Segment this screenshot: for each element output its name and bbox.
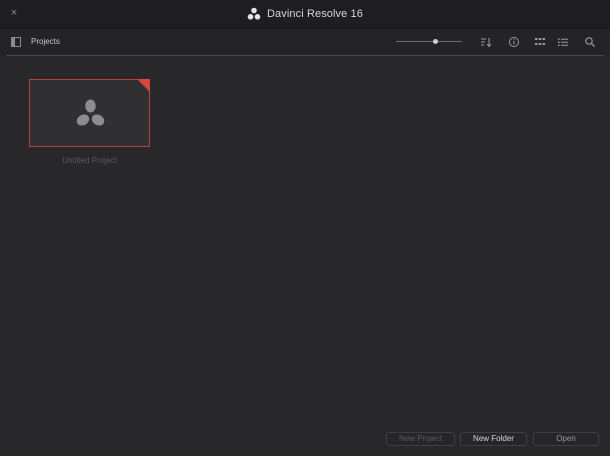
list-view-icon[interactable] [557,36,569,48]
davinci-logo-icon [76,99,105,126]
info-icon[interactable] [508,36,520,48]
toolbar-divider [6,55,604,56]
search-icon[interactable] [584,36,596,48]
project-manager-window: × Davinci Resolve 16 Projects Untitled P… [0,0,610,456]
open-button[interactable]: Open [533,432,599,446]
title-group: Davinci Resolve 16 [0,0,610,28]
selected-corner-marker [137,79,150,92]
project-thumbnail[interactable] [29,79,150,147]
title-bar: × Davinci Resolve 16 [0,0,610,29]
project-name: Untitled Project [62,156,117,165]
sidebar-toggle-icon[interactable] [11,37,21,47]
new-folder-button[interactable]: New Folder [460,432,527,446]
davinci-logo-icon [247,7,261,20]
window-title: Davinci Resolve 16 [267,8,363,20]
sort-icon[interactable] [480,36,492,48]
grid-view-icon[interactable] [534,36,546,48]
slider-track [396,41,462,42]
slider-handle[interactable] [433,39,438,44]
new-project-button[interactable]: New Project [386,432,455,446]
thumbnail-zoom-slider[interactable] [396,37,462,47]
breadcrumb[interactable]: Projects [31,37,60,46]
